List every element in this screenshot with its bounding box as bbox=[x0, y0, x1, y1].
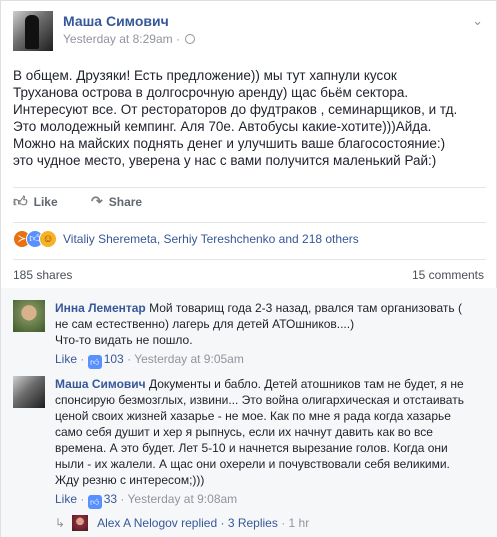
replies-link[interactable]: ↳ Alex A Nelogov replied · 3 Replies · 1… bbox=[55, 515, 309, 535]
post-meta: Yesterday at 8:29am · bbox=[63, 32, 196, 46]
post-body: В общем. Друзяки! Есть предложение)) мы … bbox=[13, 67, 489, 169]
post-line: это чудное место, уверена у нас с вами п… bbox=[13, 153, 437, 168]
share-arrow-icon: ↷ bbox=[91, 193, 103, 209]
comments-section: Инна Лементар Мой товарищ года 2-3 назад… bbox=[1, 288, 497, 537]
comment-timestamp[interactable]: Yesterday at 9:08am bbox=[128, 492, 238, 506]
post-line: В общем. Друзяки! Есть предложение)) мы … bbox=[13, 68, 397, 83]
comment-like-link[interactable]: Like bbox=[55, 492, 77, 506]
comment-text: Инна Лементар Мой товарищ года 2-3 назад… bbox=[55, 301, 462, 347]
avatar[interactable] bbox=[13, 376, 45, 408]
comment-meta: Like · 👍︎ 33 · Yesterday at 9:08am bbox=[55, 492, 238, 509]
post-line: Труханова острова в долгосрочную аренду)… bbox=[13, 85, 409, 100]
divider bbox=[13, 187, 486, 188]
avatar bbox=[72, 515, 89, 531]
comment-timestamp[interactable]: Yesterday at 9:05am bbox=[134, 352, 244, 366]
avatar[interactable] bbox=[13, 300, 45, 332]
shares-count[interactable]: 185 shares bbox=[13, 268, 72, 282]
post-timestamp[interactable]: Yesterday at 8:29am bbox=[63, 32, 173, 46]
post-line: Интересуют все. От рестораторов до фудтр… bbox=[13, 102, 458, 117]
haha-icon: ☺ bbox=[39, 230, 57, 248]
globe-icon[interactable] bbox=[185, 34, 196, 44]
facebook-post: Маша Симович Yesterday at 8:29am · ⌄ В о… bbox=[0, 0, 497, 537]
divider bbox=[13, 259, 486, 260]
post-line: Можно на майских поднять денег и улучшит… bbox=[13, 136, 446, 151]
comment-author[interactable]: Инна Лементар bbox=[55, 301, 146, 315]
like-count[interactable]: 33 bbox=[104, 492, 117, 506]
like-count[interactable]: 103 bbox=[104, 352, 124, 366]
chevron-down-icon[interactable]: ⌄ bbox=[472, 13, 483, 29]
thumbs-up-icon: 👍︎ bbox=[87, 355, 102, 369]
share-button[interactable]: ↷ Share bbox=[91, 193, 142, 210]
like-button[interactable]: 👍︎ Like bbox=[13, 193, 58, 210]
comment-like-link[interactable]: Like bbox=[55, 352, 77, 366]
thumbs-up-icon: 👍︎ bbox=[87, 495, 102, 509]
reply-arrow-icon: ↳ bbox=[55, 516, 66, 530]
author-name[interactable]: Маша Симович bbox=[63, 13, 169, 29]
comment-meta: Like · 👍︎ 103 · Yesterday at 9:05am bbox=[55, 352, 244, 369]
comment-text: Маша Симович Документы и бабло. Детей ат… bbox=[55, 377, 464, 487]
reactions-text[interactable]: Vitaliy Sheremeta, Serhiy Tereshchenko a… bbox=[63, 232, 359, 246]
post-line: Это молодежный кемпинг. Аля 70е. Автобус… bbox=[13, 119, 432, 134]
thumbs-up-icon: 👍︎ bbox=[13, 193, 28, 209]
comments-count[interactable]: 15 comments bbox=[412, 268, 484, 282]
comment-author[interactable]: Маша Симович bbox=[55, 377, 146, 391]
author-avatar[interactable] bbox=[13, 11, 53, 51]
divider bbox=[13, 222, 486, 223]
post-header: Маша Симович Yesterday at 8:29am · ⌄ bbox=[13, 11, 483, 55]
